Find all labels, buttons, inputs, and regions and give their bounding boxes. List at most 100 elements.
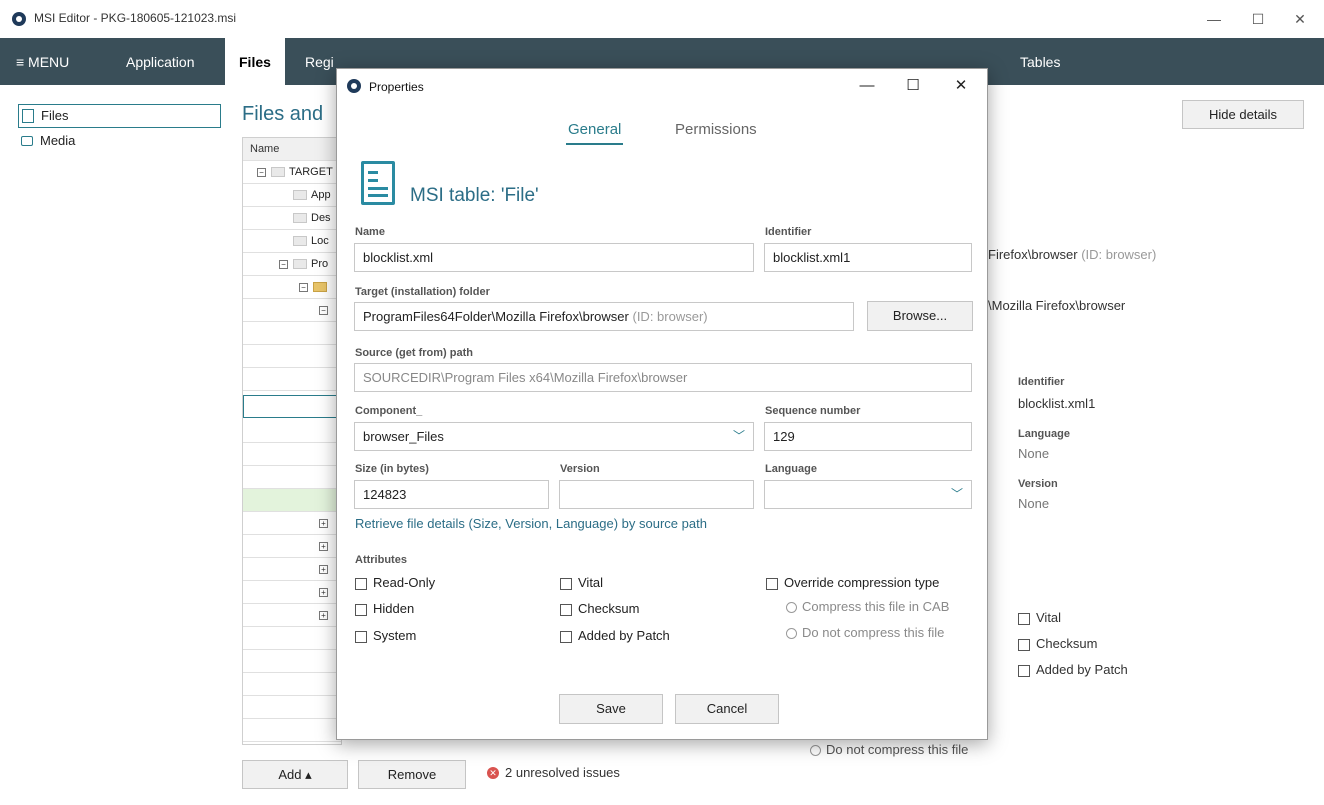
document-icon: [22, 109, 34, 123]
tab-general[interactable]: General: [565, 121, 624, 145]
compress-in-cab-radio[interactable]: Compress this file in CAB: [786, 599, 949, 614]
table-row[interactable]: [243, 322, 341, 345]
do-not-compress-radio[interactable]: Do not compress this file: [786, 625, 944, 640]
table-row[interactable]: Loc: [243, 230, 341, 253]
table-row[interactable]: [243, 420, 341, 443]
table-row[interactable]: −: [243, 276, 341, 299]
table-row[interactable]: − TARGET: [243, 161, 341, 184]
collapse-icon[interactable]: −: [319, 305, 328, 315]
collapse-icon[interactable]: −: [299, 282, 308, 292]
browse-button[interactable]: Browse...: [867, 301, 973, 331]
detail-added-by-patch-checkbox[interactable]: Added by Patch: [1018, 662, 1128, 677]
expand-icon[interactable]: +: [319, 518, 328, 528]
table-row[interactable]: [243, 395, 341, 418]
sidebar-item-files[interactable]: Files: [18, 104, 221, 128]
read-only-checkbox[interactable]: Read-Only: [355, 575, 435, 590]
dialog-maximize-button[interactable]: ☐: [893, 73, 933, 99]
collapse-icon[interactable]: −: [257, 167, 266, 177]
table-row[interactable]: [243, 345, 341, 368]
nav-tab-application[interactable]: Application: [112, 38, 209, 85]
folder-icon: [313, 282, 327, 293]
sidebar-item-media[interactable]: Media: [18, 130, 221, 154]
table-row[interactable]: [243, 466, 341, 489]
remove-button[interactable]: Remove: [358, 760, 466, 789]
sequence-field[interactable]: 129: [764, 422, 972, 451]
checkbox-label: Vital: [1036, 610, 1062, 625]
table-row[interactable]: +: [243, 512, 341, 535]
table-row[interactable]: [243, 650, 341, 673]
chevron-down-icon: ﹀: [732, 429, 745, 443]
detail-language-label: Language: [1018, 428, 1070, 440]
menu-button[interactable]: ≡ MENU: [2, 38, 83, 85]
collapse-icon[interactable]: −: [279, 259, 288, 269]
minimize-button[interactable]: —: [1194, 6, 1234, 32]
retrieve-file-details-link[interactable]: Retrieve file details (Size, Version, La…: [355, 516, 707, 531]
vital-checkbox[interactable]: Vital: [560, 575, 603, 590]
table-row[interactable]: +: [243, 604, 341, 627]
table-row[interactable]: [243, 368, 341, 391]
maximize-button[interactable]: ☐: [1238, 6, 1278, 32]
source-path-label: Source (get from) path: [355, 347, 473, 359]
checkbox-label: Hidden: [373, 601, 415, 616]
row-label: Des: [311, 212, 331, 224]
dialog-close-button[interactable]: ✕: [941, 73, 981, 99]
folder-icon: [293, 236, 307, 247]
dialog-title: Properties: [369, 80, 424, 94]
nav-tab-tables[interactable]: Tables: [1006, 38, 1074, 85]
version-field[interactable]: [559, 480, 754, 509]
table-row[interactable]: [243, 696, 341, 719]
document-icon: [361, 161, 395, 205]
table-row[interactable]: [243, 673, 341, 696]
tab-permissions[interactable]: Permissions: [675, 121, 757, 138]
system-checkbox[interactable]: System: [355, 628, 416, 643]
unresolved-issues-link[interactable]: 2 unresolved issues: [505, 765, 620, 780]
nav-tab-files[interactable]: Files: [225, 38, 285, 85]
component-select[interactable]: browser_Files ﹀: [354, 422, 754, 451]
source-path-field[interactable]: SOURCEDIR\Program Files x64\Mozilla Fire…: [354, 363, 972, 392]
error-icon: ✕: [487, 767, 499, 779]
table-row[interactable]: App: [243, 184, 341, 207]
expand-icon[interactable]: +: [319, 587, 328, 597]
folder-icon: [293, 213, 307, 224]
checkbox-icon: [355, 603, 367, 616]
cancel-button[interactable]: Cancel: [675, 694, 779, 724]
checkbox-label: Checksum: [1036, 636, 1098, 651]
page-title: Files and: [242, 103, 324, 125]
table-row[interactable]: [243, 443, 341, 466]
checkbox-icon: [1018, 638, 1030, 651]
name-field[interactable]: blocklist.xml: [354, 243, 754, 272]
detail-no-compress-radio[interactable]: Do not compress this file: [810, 742, 968, 757]
table-row[interactable]: [243, 489, 341, 512]
name-label: Name: [355, 226, 385, 238]
table-row[interactable]: −: [243, 299, 341, 322]
table-row[interactable]: +: [243, 535, 341, 558]
override-compression-checkbox[interactable]: Override compression type: [766, 575, 939, 590]
identifier-field[interactable]: blocklist.xml1: [764, 243, 972, 272]
detail-checksum-checkbox[interactable]: Checksum: [1018, 636, 1097, 651]
table-row[interactable]: +: [243, 558, 341, 581]
table-row[interactable]: [243, 627, 341, 650]
added-by-patch-checkbox[interactable]: Added by Patch: [560, 628, 670, 643]
table-row[interactable]: [243, 719, 341, 742]
checksum-checkbox[interactable]: Checksum: [560, 601, 639, 616]
table-row[interactable]: +: [243, 581, 341, 604]
hidden-checkbox[interactable]: Hidden: [355, 601, 414, 616]
language-label: Language: [765, 463, 817, 475]
save-button[interactable]: Save: [559, 694, 663, 724]
close-button[interactable]: ✕: [1280, 6, 1320, 32]
expand-icon[interactable]: +: [319, 610, 328, 620]
size-field[interactable]: 124823: [354, 480, 549, 509]
table-row[interactable]: − Pro: [243, 253, 341, 276]
checkbox-label: System: [373, 628, 417, 643]
detail-vital-checkbox[interactable]: Vital: [1018, 610, 1061, 625]
language-select[interactable]: ﹀: [764, 480, 972, 509]
dialog-minimize-button[interactable]: —: [847, 73, 887, 99]
radio-label: Compress this file in CAB: [802, 599, 950, 614]
hide-details-button[interactable]: Hide details: [1182, 100, 1304, 129]
expand-icon[interactable]: +: [319, 541, 328, 551]
add-button[interactable]: Add ▴: [242, 760, 348, 789]
expand-icon[interactable]: +: [319, 564, 328, 574]
target-folder-field[interactable]: ProgramFiles64Folder\Mozilla Firefox\bro…: [354, 302, 854, 331]
target-folder-value: ProgramFiles64Folder\Mozilla Firefox\bro…: [363, 309, 629, 324]
table-row[interactable]: Des: [243, 207, 341, 230]
